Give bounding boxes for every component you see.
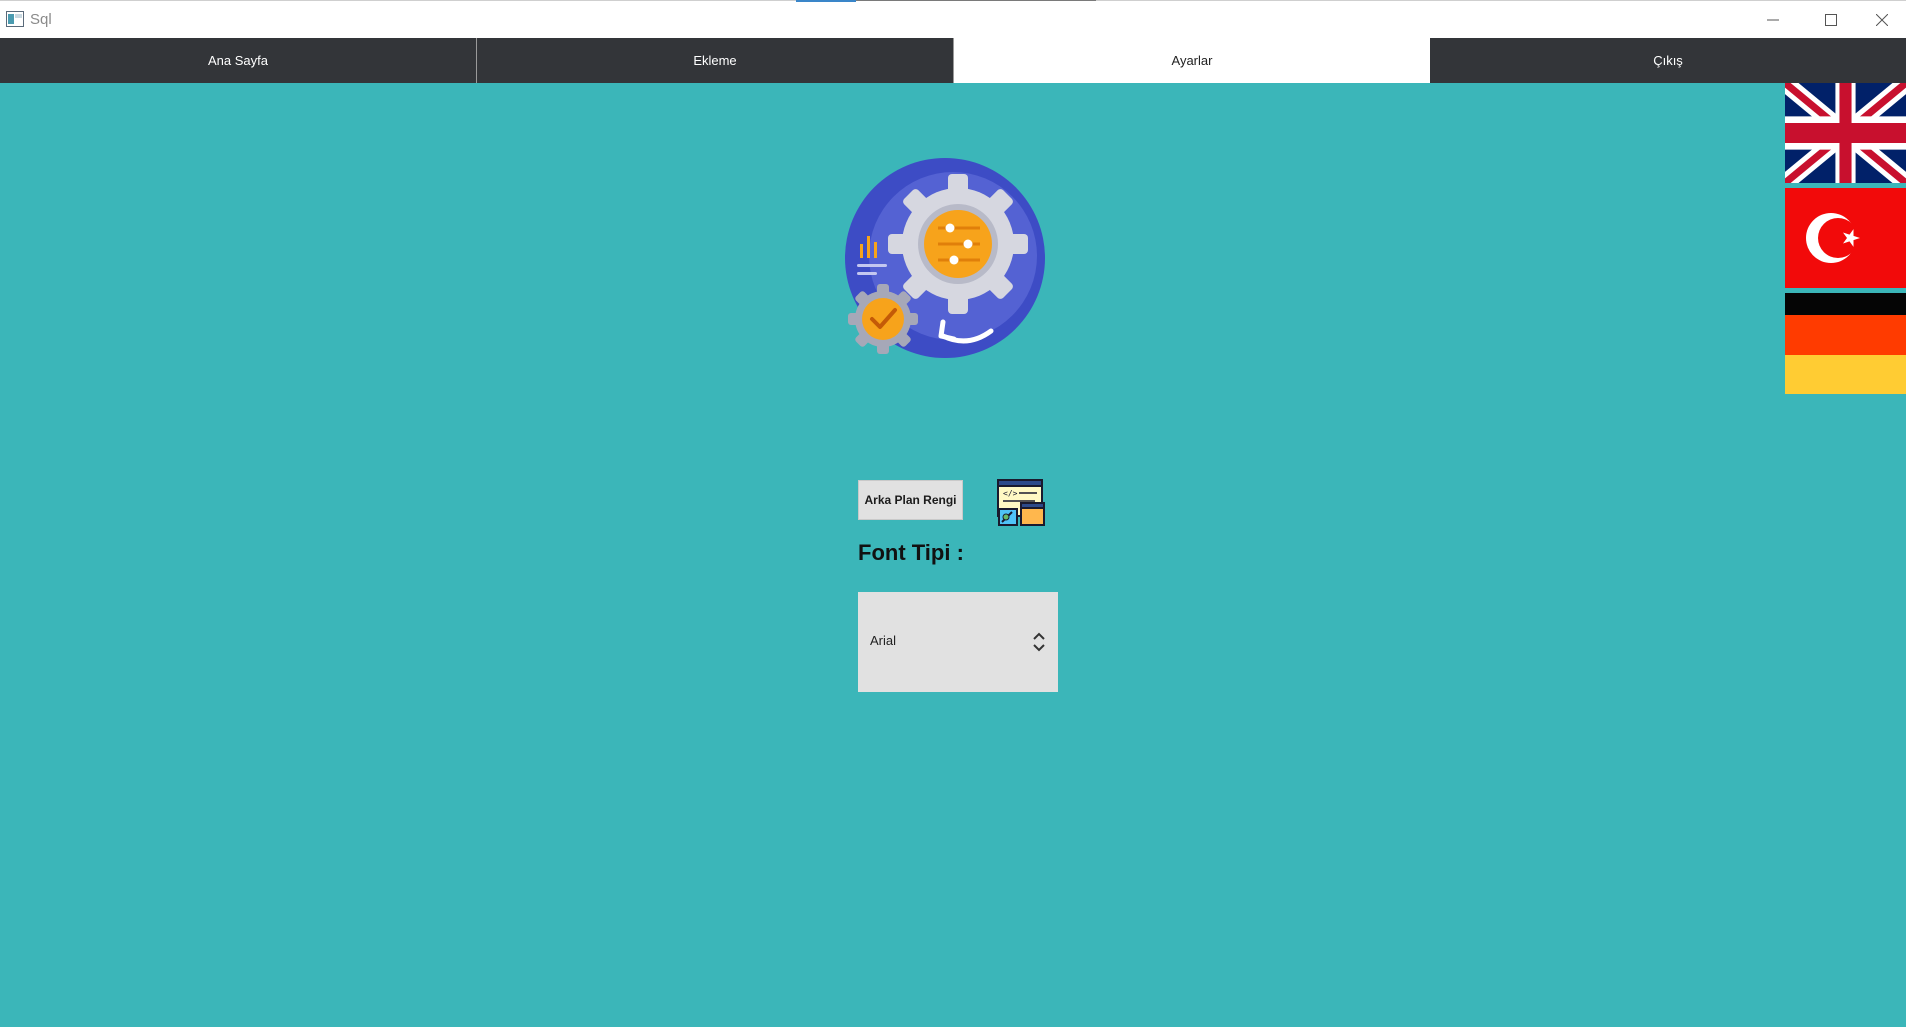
close-icon	[1876, 14, 1888, 26]
svg-text:</>: </>	[1003, 489, 1018, 498]
settings-gear-icon	[845, 158, 1045, 358]
maximize-button[interactable]	[1802, 1, 1860, 39]
tab-label: Ana Sayfa	[208, 53, 268, 68]
tab-label: Ekleme	[693, 53, 737, 68]
tab-label: Ayarlar	[1171, 53, 1213, 68]
tab-label: Çıkış	[1653, 53, 1683, 68]
tab-ekleme[interactable]: Ekleme	[477, 38, 954, 83]
turkey-flag[interactable]	[1785, 188, 1906, 288]
background-color-button-label: Arka Plan Rengi	[864, 493, 957, 507]
font-type-label: Font Tipi :	[858, 540, 964, 565]
united-kingdom-flag[interactable]	[1785, 83, 1906, 183]
germany-flag[interactable]	[1785, 293, 1906, 394]
tab-ana-sayfa[interactable]: Ana Sayfa	[0, 38, 477, 83]
window-title: Sql	[30, 11, 52, 28]
app-window-icon	[6, 11, 24, 27]
title-bar: Sql	[0, 0, 1906, 38]
title-accent-line	[796, 0, 856, 2]
language-flags	[1785, 83, 1906, 394]
tab-cikis[interactable]: Çıkış	[1430, 38, 1906, 83]
minimize-button[interactable]	[1744, 1, 1802, 39]
maximize-icon	[1825, 14, 1837, 26]
close-button[interactable]	[1858, 1, 1906, 39]
minimize-icon	[1767, 19, 1779, 21]
tab-bar: Ana Sayfa Ekleme Ayarlar Çıkış	[0, 38, 1906, 83]
tab-ayarlar[interactable]: Ayarlar	[954, 38, 1430, 83]
code-window-icon[interactable]: </>	[997, 479, 1045, 526]
font-type-value: Arial	[870, 633, 897, 648]
title-divider-line	[856, 0, 1096, 1]
updown-chevron-icon	[1033, 632, 1045, 652]
font-type-select[interactable]: Arial	[858, 592, 1058, 692]
background-color-button[interactable]: Arka Plan Rengi	[858, 480, 963, 520]
